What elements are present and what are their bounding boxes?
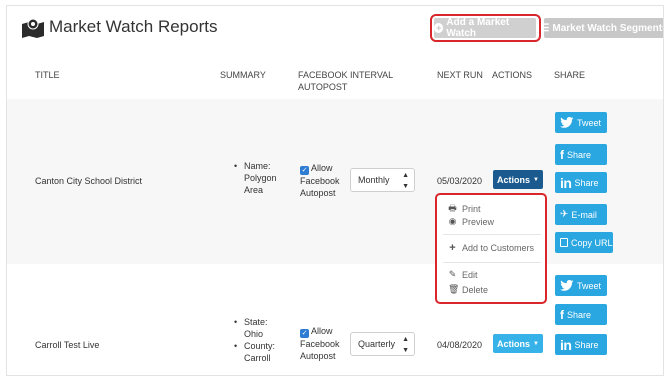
email-button[interactable]: ✈ E-mail [555,204,607,225]
menu-item-print[interactable]: 🖶 Print [448,201,480,217]
twitter-icon [560,117,574,128]
pencil-icon: ✎ [448,269,457,279]
column-facebook-line2: AUTOPOST [298,82,348,92]
column-share: SHARE [554,70,586,80]
linkedin-icon: in [560,336,572,353]
menu-item-add-to-customers[interactable]: + Add to Customers [448,242,534,254]
row-summary: State: Ohio County: Carroll [234,316,275,364]
actions-dropdown-menu: 🖶 Print ◉ Preview + Add to Customers ✎ E… [435,193,547,304]
facebook-share-button[interactable]: f Share [555,304,607,325]
checkmark-icon: ✓ [300,166,309,175]
caret-down-icon: ▼ [533,176,539,183]
interval-value: Quarterly [358,339,396,349]
interval-select[interactable]: Quarterly ▲ ▼ [350,332,415,356]
next-run-date: 05/03/2020 [437,176,483,186]
menu-item-delete[interactable]: 🗑 Delete [448,284,488,295]
market-watch-segments-button[interactable]: ☰ Market Watch Segments [540,18,664,38]
menu-item-preview[interactable]: ◉ Preview [448,216,494,227]
actions-button[interactable]: Actions ▼ [493,170,543,189]
clipboard-icon [560,238,568,247]
copy-url-button[interactable]: Copy URL [555,232,613,253]
facebook-autopost-checkbox[interactable]: ✓ Allow Facebook Autopost [300,162,340,199]
linkedin-icon: in [560,174,572,191]
actions-button[interactable]: Actions ▼ [493,334,543,353]
report-panel: Market Watch Reports + Add a Market Watc… [6,5,664,376]
plus-circle-icon: + [434,23,444,33]
summary-item: County: Carroll [234,340,275,364]
column-facebook-line1: FACEBOOK [298,70,348,80]
checkmark-icon: ✓ [300,329,309,338]
menu-divider [443,262,541,263]
row-title[interactable]: Canton City School District [35,175,142,187]
map-marker-icon [22,18,44,38]
next-run-date: 04/08/2020 [437,340,483,350]
column-actions: ACTIONS [492,70,533,80]
paper-plane-icon: ✈ [560,209,569,220]
select-arrows-icon: ▲ ▼ [402,172,409,190]
interval-select[interactable]: Monthly ▲ ▼ [350,168,415,192]
menu-divider [443,234,541,235]
linkedin-share-button[interactable]: in Share [555,172,607,193]
add-market-watch-button[interactable]: + Add a Market Watch [434,17,536,39]
select-arrows-icon: ▲ ▼ [402,336,409,354]
tweet-button[interactable]: Tweet [555,275,607,296]
facebook-autopost-checkbox[interactable]: ✓ Allow Facebook Autopost [300,325,340,362]
twitter-icon [560,280,574,291]
caret-down-icon: ▼ [533,340,539,347]
page-title: Market Watch Reports [49,17,218,36]
eye-icon: ◉ [448,216,457,226]
trash-icon: 🗑 [448,284,460,294]
column-title: TITLE [35,70,60,80]
column-summary: SUMMARY [220,70,266,80]
column-interval: INTERVAL [350,70,394,80]
facebook-share-button[interactable]: f Share [555,144,607,165]
facebook-icon: f [560,307,564,322]
menu-item-edit[interactable]: ✎ Edit [448,269,478,280]
column-next-run: NEXT RUN [437,70,483,80]
summary-item: State: Ohio [234,316,275,340]
printer-icon: 🖶 [448,203,457,213]
list-icon: ☰ [540,22,550,34]
column-facebook: FACEBOOK AUTOPOST [298,69,348,93]
facebook-icon: f [560,147,564,162]
row-title[interactable]: Carroll Test Live [35,339,99,351]
tweet-button[interactable]: Tweet [555,112,607,133]
row-summary: Name: Polygon Area [234,160,277,196]
summary-item: Name: Polygon Area [234,160,277,196]
linkedin-share-button[interactable]: in Share [555,334,607,355]
interval-value: Monthly [358,175,390,185]
add-market-watch-label: Add a Market Watch [446,17,510,39]
segments-label: Market Watch Segments [552,22,664,34]
header: Market Watch Reports + Add a Market Watc… [7,6,664,52]
plus-icon: + [449,242,456,254]
